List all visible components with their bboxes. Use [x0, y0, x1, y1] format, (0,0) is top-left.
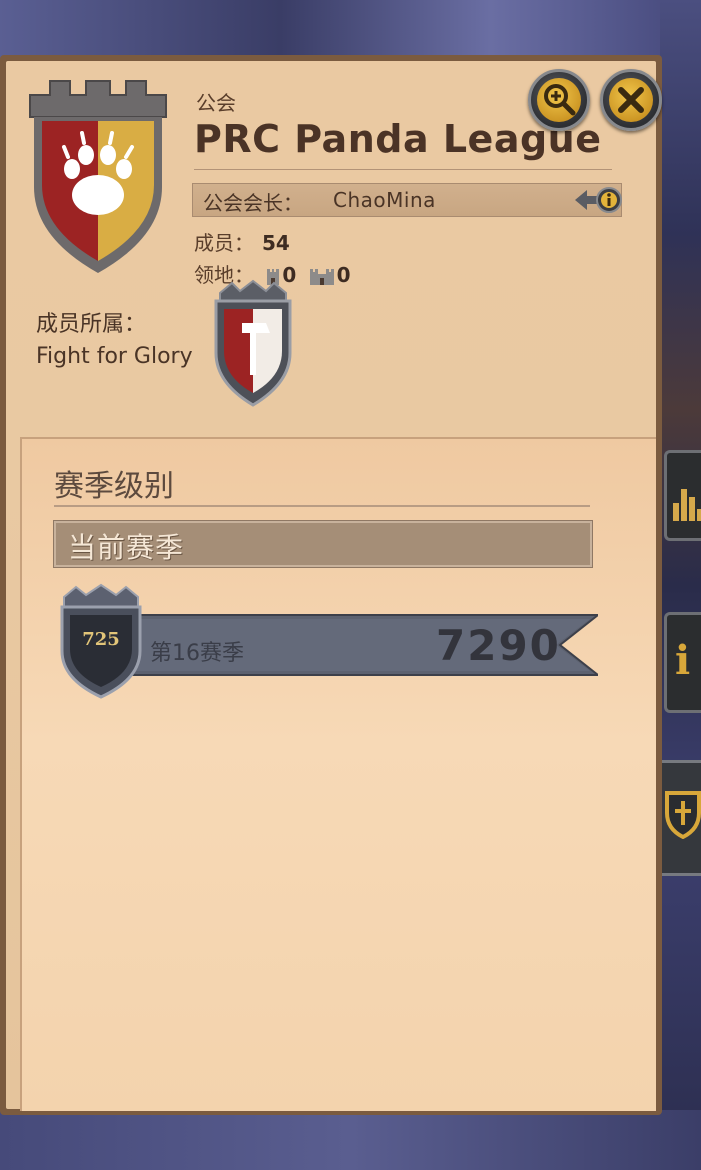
divider — [194, 169, 612, 170]
territory-strongholds-value: 0 — [336, 263, 351, 287]
guild-crest-icon — [29, 80, 167, 273]
stronghold-icon — [309, 268, 334, 285]
leader-label: 公会会长： — [203, 191, 303, 215]
info-icon: i — [675, 637, 691, 684]
bar-chart-icon — [673, 481, 701, 521]
divider — [54, 505, 590, 507]
info-icon[interactable] — [573, 185, 623, 215]
alliance-label: 成员所属： — [36, 312, 147, 337]
members-label: 成员： — [194, 231, 254, 255]
tab-current-season[interactable]: 当前赛季 — [53, 520, 593, 568]
alliance-name: Fight for Glory — [36, 344, 193, 369]
guild-header: 公会 PRC Panda League 公会会长： ChaoMina 成员： 5… — [6, 61, 662, 441]
season-score: 7290 — [436, 621, 561, 670]
info-side-button[interactable]: i — [664, 612, 701, 713]
alliance-info: 成员所属： Fight for Glory — [36, 309, 193, 373]
season-section-title: 赛季级别 — [54, 469, 174, 504]
game-world-background-top — [0, 0, 701, 60]
guild-info-panel: 公会 PRC Panda League 公会会长： ChaoMina 成员： 5… — [0, 55, 662, 1115]
alliance-shield-icon — [214, 279, 292, 407]
close-icon — [618, 87, 644, 113]
tab-current-season-label: 当前赛季 — [68, 531, 185, 564]
zoom-button[interactable] — [528, 69, 590, 131]
zoom-in-icon — [544, 84, 576, 116]
panel-parchment: 公会 PRC Panda League 公会会长： ChaoMina 成员： 5… — [6, 61, 662, 1111]
guild-shield-icon — [665, 791, 701, 839]
guild-kicker-label: 公会 — [196, 91, 236, 115]
rank-number: 725 — [82, 629, 120, 650]
leader-name: ChaoMina — [333, 188, 436, 212]
close-button[interactable] — [600, 69, 662, 131]
guild-leader-bar: 公会会长： ChaoMina — [192, 183, 622, 217]
game-world-background-bottom — [0, 1110, 701, 1170]
season-ranking-section: 赛季级别 当前赛季 第16赛季 7290 725 — [20, 437, 656, 1111]
statistics-side-button[interactable] — [664, 450, 701, 541]
season-name: 第16赛季 — [150, 641, 244, 666]
members-value: 54 — [262, 231, 290, 255]
game-world-background-right — [660, 0, 701, 1170]
members-row: 成员： 54 — [194, 227, 290, 256]
